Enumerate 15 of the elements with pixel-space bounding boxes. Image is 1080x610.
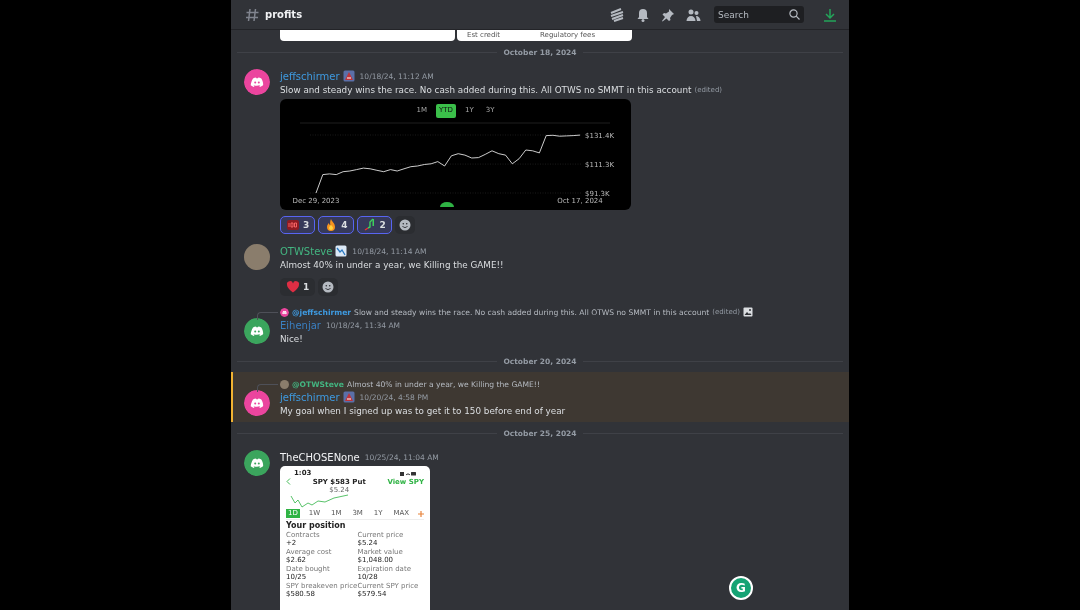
reaction-button[interactable]: 1 xyxy=(280,278,316,296)
username[interactable]: OTWSteve xyxy=(280,245,333,257)
reaction-button[interactable]: 3 xyxy=(280,216,316,234)
message-text: Nice! xyxy=(280,333,304,346)
reaction-button[interactable]: 4 xyxy=(318,216,354,234)
section-heading: Your position xyxy=(286,519,424,531)
reaction-button[interactable]: 2 xyxy=(356,216,392,234)
username[interactable]: TheCHOSENone xyxy=(280,451,360,463)
channel-name: profits xyxy=(265,9,303,20)
search-field[interactable]: Search xyxy=(714,6,804,23)
username[interactable]: jeffschirmer xyxy=(280,391,340,403)
username[interactable]: jeffschirmer xyxy=(280,70,340,82)
message-text: Almost 40% in under a year, we Killing the GAME!! xyxy=(280,259,504,272)
message-text: Slow and steady wins the race. No cash added during this. All OTWS no SMMT in this account xyxy=(280,84,692,97)
message-text: My goal when I signed up was to get it to 150 before end of year xyxy=(280,405,566,418)
